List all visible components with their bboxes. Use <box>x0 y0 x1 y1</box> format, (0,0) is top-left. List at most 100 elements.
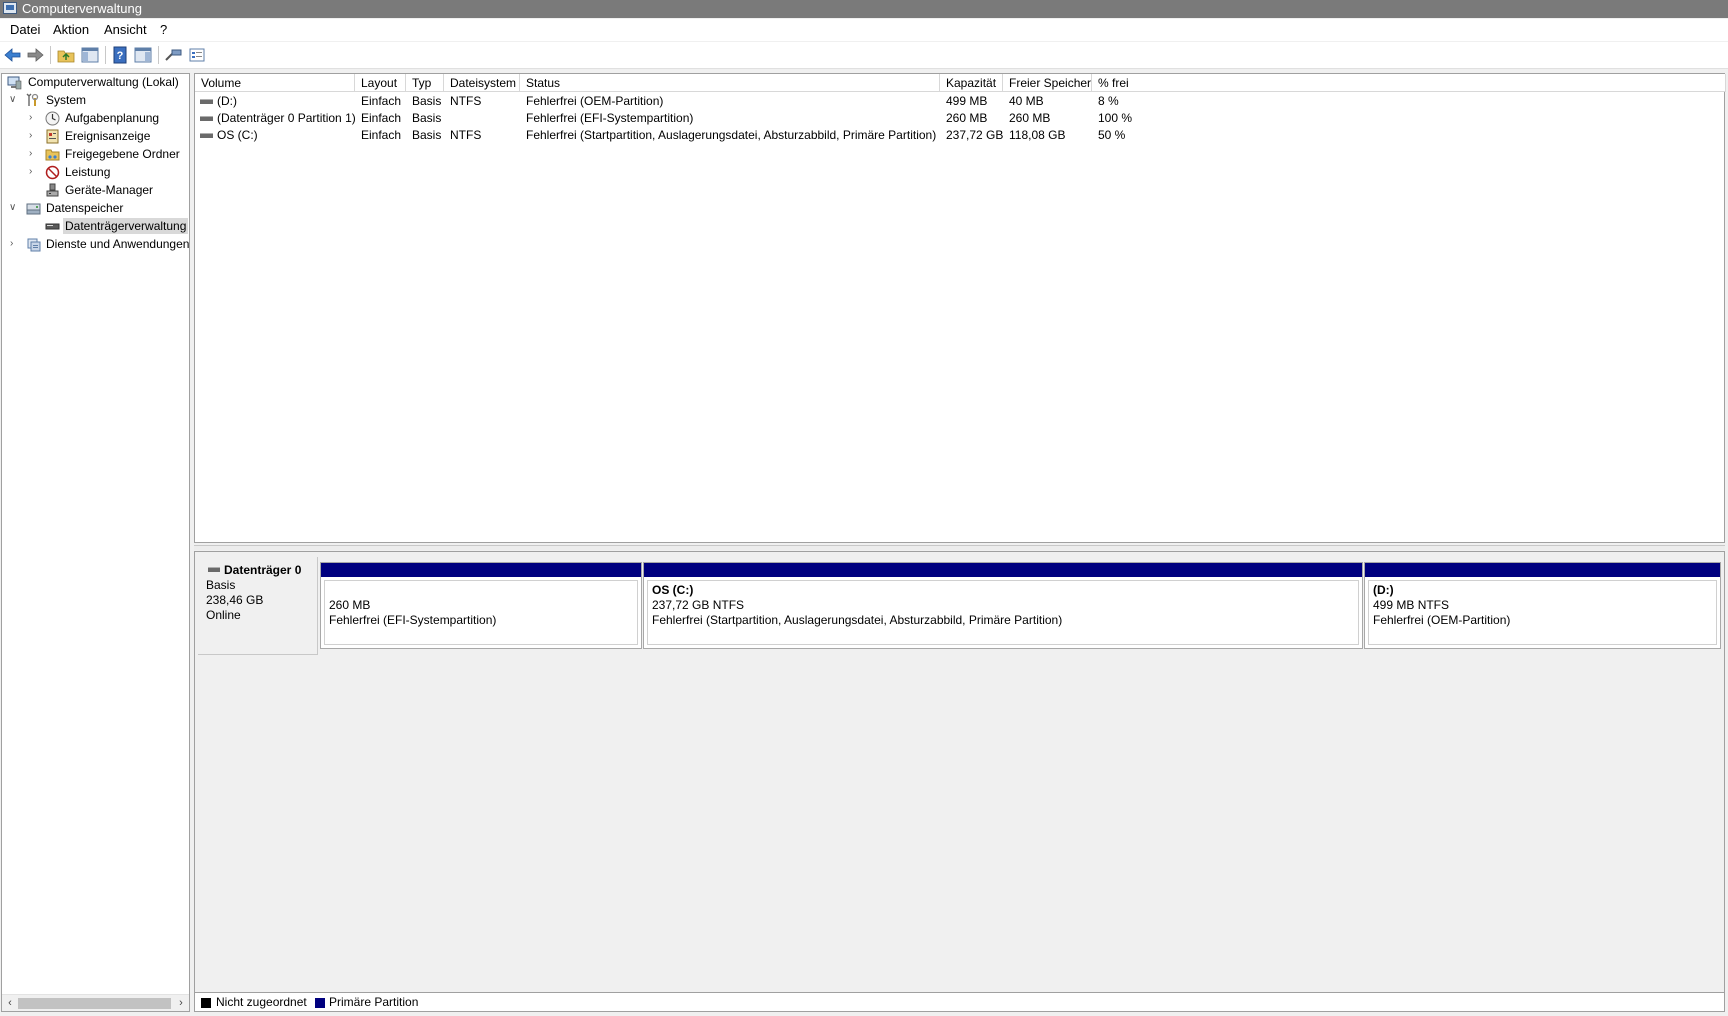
disk-state: Online <box>206 608 241 622</box>
volume-kapazitaet: 499 MB <box>946 94 988 108</box>
computer-management-icon <box>7 75 22 90</box>
tree-label-geraete-manager: Geräte-Manager <box>65 183 154 197</box>
volume-icon <box>200 99 213 104</box>
chevron-down-icon[interactable]: ∨ <box>9 200 19 216</box>
disk-management-icon <box>45 219 60 234</box>
disk-layout-pane[interactable]: Datenträger 0 Basis 238,46 GB Online 260… <box>194 551 1725 1012</box>
toolbar: ? <box>0 42 1728 69</box>
storage-icon <box>26 201 41 216</box>
title-bar: Computerverwaltung <box>0 0 1728 18</box>
primary-partition-bar <box>1365 563 1720 577</box>
volume-freier-speicher: 260 MB <box>1009 111 1051 125</box>
svg-text:?: ? <box>117 50 124 62</box>
connect-icon[interactable] <box>163 45 183 65</box>
volume-list[interactable]: Volume Layout Typ Dateisystem Status Kap… <box>194 73 1726 543</box>
disk-size: 238,46 GB <box>206 593 264 607</box>
volume-typ: Basis <box>412 94 442 108</box>
show-hide-action-pane-icon[interactable] <box>133 45 153 65</box>
partition-status: Fehlerfrei (Startpartition, Auslagerungs… <box>652 613 1063 627</box>
partition-size: 260 MB <box>329 598 371 612</box>
partition-size: 499 MB NTFS <box>1373 598 1450 612</box>
partition-os-c[interactable]: OS (C:) 237,72 GB NTFS Fehlerfrei (Start… <box>643 562 1363 649</box>
volume-freier-speicher: 118,08 GB <box>1009 128 1066 142</box>
volume-status: Fehlerfrei (Startpartition, Auslagerungs… <box>526 128 937 142</box>
volume-typ: Basis <box>412 128 442 142</box>
partition-efi[interactable]: 260 MB Fehlerfrei (EFI-Systempartition) <box>320 562 642 649</box>
table-row[interactable]: (D:) Einfach Basis NTFS Fehlerfrei (OEM-… <box>195 93 1723 110</box>
primary-partition-bar <box>644 563 1362 577</box>
disk-type: Basis <box>206 578 236 592</box>
scrollbar-thumb[interactable] <box>18 998 171 1009</box>
properties-icon[interactable] <box>187 45 207 65</box>
window-title: Computerverwaltung <box>22 1 142 16</box>
column-header-dateisystem[interactable]: Dateisystem <box>444 74 520 92</box>
shared-folder-icon <box>45 147 60 162</box>
chevron-right-icon[interactable]: › <box>29 164 39 180</box>
column-header-prozent-frei[interactable]: % frei <box>1092 74 1726 92</box>
partition-d[interactable]: (D:) 499 MB NTFS Fehlerfrei (OEM-Partiti… <box>1364 562 1721 649</box>
table-row[interactable]: OS (C:) Einfach Basis NTFS Fehlerfrei (S… <box>195 127 1723 144</box>
show-hide-console-tree-icon[interactable] <box>80 45 100 65</box>
column-header-kapazitaet[interactable]: Kapazität <box>940 74 1003 92</box>
partition-status: Fehlerfrei (OEM-Partition) <box>1373 613 1511 627</box>
disk-name: Datenträger 0 <box>224 563 302 577</box>
partition-size: 237,72 GB NTFS <box>652 598 745 612</box>
forward-arrow-icon[interactable] <box>25 45 45 65</box>
tree-horizontal-scrollbar[interactable]: ‹ › <box>2 994 189 1011</box>
menu-datei[interactable]: Datei <box>10 22 40 38</box>
volume-layout: Einfach <box>361 128 402 142</box>
column-header-layout[interactable]: Layout <box>355 74 406 92</box>
up-folder-icon[interactable] <box>56 45 76 65</box>
legend-swatch-unallocated <box>201 998 211 1008</box>
column-header-status[interactable]: Status <box>520 74 940 92</box>
partition-name <box>329 583 637 598</box>
disk-icon <box>208 567 220 572</box>
tree-label-system: System <box>46 93 87 107</box>
chevron-right-icon[interactable]: › <box>29 128 39 144</box>
scroll-right-arrow-icon[interactable]: › <box>174 995 188 1011</box>
volume-icon <box>200 133 213 138</box>
help-icon[interactable]: ? <box>110 45 130 65</box>
tree-label-datentraegerverwaltung: Datenträgerverwaltung <box>63 218 189 234</box>
volume-layout: Einfach <box>361 94 402 108</box>
chevron-right-icon[interactable]: › <box>10 236 20 252</box>
volume-status: Fehlerfrei (EFI-Systempartition) <box>526 111 694 125</box>
console-tree[interactable]: Computerverwaltung (Lokal) ∨ System › Au… <box>1 73 190 1012</box>
column-header-typ[interactable]: Typ <box>406 74 444 92</box>
partition-name: OS (C:) <box>652 583 694 597</box>
tree-label-freigegebene-ordner: Freigegebene Ordner <box>65 147 180 161</box>
partition-status: Fehlerfrei (EFI-Systempartition) <box>329 613 497 627</box>
system-tools-icon <box>26 93 41 108</box>
legend-label-primary: Primäre Partition <box>329 995 419 1009</box>
volume-dateisystem: NTFS <box>450 128 482 142</box>
performance-icon <box>45 165 60 180</box>
tree-label-dienste: Dienste und Anwendungen <box>46 237 190 251</box>
scroll-left-arrow-icon[interactable]: ‹ <box>3 995 17 1011</box>
chevron-right-icon[interactable]: › <box>29 146 39 162</box>
chevron-right-icon[interactable]: › <box>29 110 39 126</box>
volume-freier-speicher: 40 MB <box>1009 94 1044 108</box>
services-applications-icon <box>26 237 41 252</box>
back-arrow-icon[interactable] <box>3 45 23 65</box>
column-header-volume[interactable]: Volume <box>195 74 355 92</box>
tree-label-aufgabenplanung: Aufgabenplanung <box>65 111 160 125</box>
volume-dateisystem: NTFS <box>450 94 482 108</box>
pane-splitter[interactable] <box>194 545 1725 550</box>
task-scheduler-icon <box>45 111 60 126</box>
legend-label-unallocated: Nicht zugeordnet <box>216 995 307 1009</box>
primary-partition-bar <box>321 563 641 577</box>
menu-bar: Datei Aktion Ansicht ? <box>0 19 1728 41</box>
volume-typ: Basis <box>412 111 442 125</box>
column-header-freier-speicher[interactable]: Freier Speicher <box>1003 74 1092 92</box>
disk-info[interactable]: Datenträger 0 Basis 238,46 GB Online <box>198 557 318 655</box>
menu-ansicht[interactable]: Ansicht <box>104 22 147 38</box>
menu-aktion[interactable]: Aktion <box>53 22 89 38</box>
table-row[interactable]: (Datenträger 0 Partition 1) Einfach Basi… <box>195 110 1723 127</box>
tree-label-ereignisanzeige: Ereignisanzeige <box>65 129 151 143</box>
chevron-down-icon[interactable]: ∨ <box>9 92 19 108</box>
volume-name: (Datenträger 0 Partition 1) <box>217 111 356 125</box>
volume-prozent-frei: 50 % <box>1098 128 1126 142</box>
menu-help[interactable]: ? <box>160 22 167 38</box>
device-manager-icon <box>45 183 60 198</box>
event-viewer-icon <box>45 129 60 144</box>
